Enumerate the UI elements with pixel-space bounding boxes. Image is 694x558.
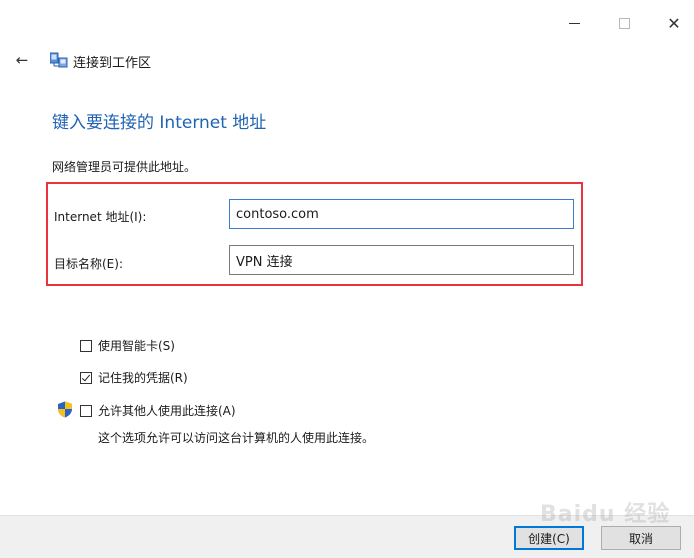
uac-shield-icon bbox=[58, 401, 72, 418]
page-subtext: 网络管理员可提供此地址。 bbox=[52, 160, 197, 174]
remember-credentials-option[interactable]: 记住我的凭据(R) bbox=[80, 369, 188, 386]
maximize-icon bbox=[618, 17, 630, 29]
back-arrow-icon: ← bbox=[15, 51, 29, 69]
connect-to-workplace-window: ✕ ← 连接到工作区 键入要连接的 Internet 地址 网络管理员可提供此地… bbox=[0, 0, 694, 558]
internet-address-input[interactable] bbox=[229, 199, 574, 229]
back-button[interactable]: ← bbox=[12, 50, 32, 70]
network-connection-icon bbox=[50, 52, 68, 68]
close-button[interactable]: ✕ bbox=[656, 8, 692, 38]
page-heading: 键入要连接的 Internet 地址 bbox=[52, 113, 267, 133]
smart-card-label: 使用智能卡(S) bbox=[98, 339, 175, 353]
allow-others-checkbox[interactable] bbox=[80, 404, 92, 417]
window-title: 连接到工作区 bbox=[73, 56, 152, 71]
minimize-button[interactable] bbox=[556, 8, 592, 38]
minimize-icon bbox=[568, 22, 580, 24]
destination-name-label: 目标名称(E): bbox=[54, 257, 123, 271]
smart-card-checkbox[interactable] bbox=[80, 339, 92, 352]
allow-others-description: 这个选项允许可以访问这台计算机的人使用此连接。 bbox=[98, 431, 375, 445]
remember-credentials-checkbox[interactable] bbox=[80, 371, 92, 384]
dialog-footer bbox=[0, 515, 694, 558]
cancel-button[interactable]: 取消 bbox=[601, 526, 681, 550]
allow-others-label: 允许其他人使用此连接(A) bbox=[98, 404, 236, 418]
create-button[interactable]: 创建(C) bbox=[514, 526, 584, 550]
maximize-button[interactable] bbox=[606, 8, 642, 38]
remember-credentials-label: 记住我的凭据(R) bbox=[98, 371, 188, 385]
destination-name-input[interactable] bbox=[229, 245, 574, 275]
allow-others-option[interactable]: 允许其他人使用此连接(A) bbox=[80, 402, 236, 419]
smart-card-option[interactable]: 使用智能卡(S) bbox=[80, 337, 175, 354]
close-icon: ✕ bbox=[667, 13, 681, 33]
internet-address-label: Internet 地址(I): bbox=[54, 210, 147, 224]
